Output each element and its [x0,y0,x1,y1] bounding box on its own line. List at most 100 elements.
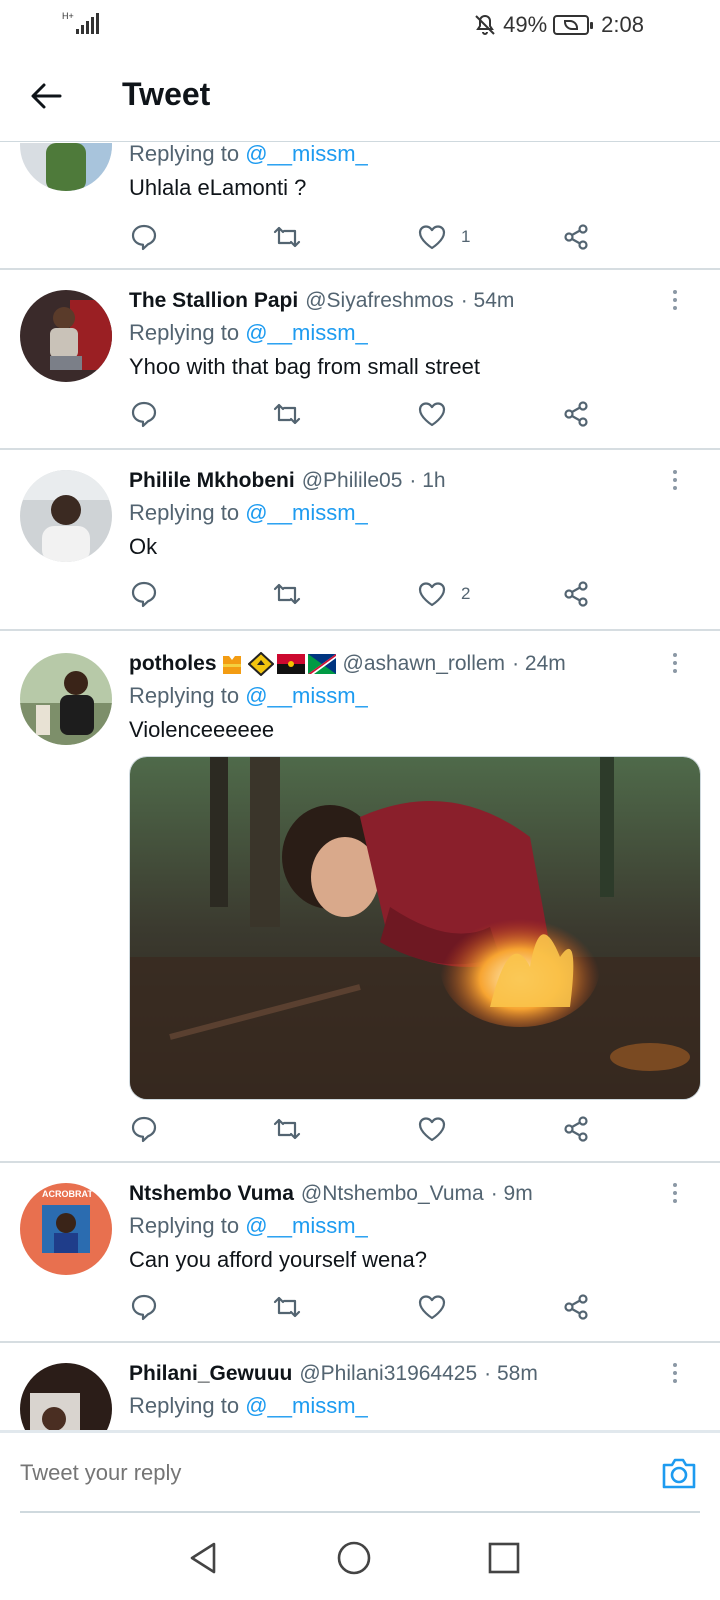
more-options-icon[interactable] [672,1183,678,1205]
share-button[interactable] [561,1287,591,1327]
user-handle[interactable]: @Siyafreshmos [305,289,454,313]
reply-icon [131,401,157,428]
replying-to: Replying to @__missm_ [129,683,368,708]
construction-vest-emoji [222,656,241,674]
retweet-button[interactable] [272,394,302,434]
tweet-header: Philani_Gewuuu @Philani31964425 · 58m [129,1359,700,1389]
home-circle-icon[interactable] [334,1538,374,1578]
page-title: Tweet [122,76,211,112]
retweet-button[interactable] [272,217,302,257]
user-handle[interactable]: @ashawn_rollem [343,652,506,676]
reply-button[interactable] [129,217,159,257]
tweet-actions: 2 [129,574,609,614]
avatar[interactable]: ACROBRAT [20,1183,112,1275]
mute-icon [475,14,495,35]
tweet-item[interactable]: The Stallion Papi @Siyafreshmos · 54m Re… [0,270,720,450]
like-count: 1 [461,227,471,246]
tweet-text: Violenceeeeee [129,717,275,742]
like-button[interactable]: 1 [417,217,470,257]
display-name[interactable]: Ntshembo Vuma [129,1182,294,1206]
mention-link[interactable]: @__missm_ [245,1213,368,1238]
back-triangle-icon[interactable] [184,1538,224,1578]
mention-link[interactable]: @__missm_ [245,1393,368,1418]
avatar[interactable] [20,1363,112,1430]
share-icon [564,581,588,607]
tweet-item[interactable]: Replying to @__missm_ Uhlala eLamonti ? … [0,143,720,270]
heart-icon [418,225,446,250]
avatar[interactable] [20,143,112,191]
timestamp: · 58m [484,1362,538,1385]
reply-button[interactable] [129,1287,159,1327]
replying-to: Replying to @__missm_ [129,500,368,525]
tweet-actions: 1 [129,217,609,257]
tweet-item[interactable]: Philile Mkhobeni @Philile05 · 1h Replyin… [0,450,720,631]
timestamp: · 1h [409,469,446,492]
avatar[interactable] [20,653,112,745]
tweet-header: potholes @ashawn_rollem · 24m [129,649,700,679]
replying-to: Replying to @__missm_ [129,143,368,166]
retweet-button[interactable] [272,574,302,614]
display-name[interactable]: Philani_Gewuuu [129,1362,292,1386]
more-options-icon[interactable] [672,470,678,492]
share-icon [564,224,588,250]
retweet-icon [273,583,301,605]
share-icon [564,1294,588,1320]
signal-icon: H+ [62,12,102,36]
more-options-icon[interactable] [672,1363,678,1385]
replying-to: Replying to @__missm_ [129,1393,368,1418]
user-handle[interactable]: @Ntshembo_Vuma [301,1182,484,1206]
share-button[interactable] [561,394,591,434]
name-emojis [219,652,336,676]
heart-icon [418,582,446,607]
tweet-item[interactable]: potholes @ashawn_rollem · 24m Replying t… [0,631,720,1163]
tweet-item[interactable]: ACROBRAT Ntshembo Vuma @Ntshembo_Vuma · … [0,1163,720,1343]
like-button[interactable] [417,1109,461,1149]
reply-button[interactable] [129,574,159,614]
replying-to: Replying to @__missm_ [129,1213,368,1238]
display-name[interactable]: Philile Mkhobeni [129,469,295,493]
status-right: 49% 2:08 [473,10,644,40]
tweet-header: The Stallion Papi @Siyafreshmos · 54m [129,286,700,316]
system-nav-bar [0,1518,720,1600]
mention-link[interactable]: @__missm_ [245,320,368,345]
tweet-item[interactable]: Philani_Gewuuu @Philani31964425 · 58m Re… [0,1343,720,1430]
share-icon [564,1116,588,1142]
heart-icon [418,1117,446,1142]
reply-button[interactable] [129,394,159,434]
display-name[interactable]: The Stallion Papi [129,289,298,313]
retweet-icon [273,403,301,425]
tweet-header: Philile Mkhobeni @Philile05 · 1h [129,466,700,496]
display-name[interactable]: potholes [129,652,217,676]
mention-link[interactable]: @__missm_ [245,143,368,166]
battery-percent: 49% [503,12,548,37]
recents-square-icon[interactable] [484,1538,524,1578]
tweet-image[interactable] [129,756,701,1100]
retweet-button[interactable] [272,1109,302,1149]
tweet-text: Can you afford yourself wena? [129,1247,427,1272]
like-button[interactable] [417,1287,461,1327]
share-button[interactable] [561,574,591,614]
arrow-left-icon[interactable] [28,78,64,114]
reply-input[interactable] [20,1433,700,1513]
reply-bar [0,1430,720,1514]
user-handle[interactable]: @Philani31964425 [299,1362,477,1386]
like-button[interactable]: 2 [417,574,470,614]
user-handle[interactable]: @Philile05 [302,469,403,493]
mention-link[interactable]: @__missm_ [245,500,368,525]
retweet-button[interactable] [272,1287,302,1327]
reply-button[interactable] [129,1109,159,1149]
clock: 2:08 [601,12,644,37]
like-button[interactable] [417,394,461,434]
more-options-icon[interactable] [672,653,678,675]
camera-icon[interactable] [660,1455,698,1491]
retweet-icon [273,226,301,248]
reply-icon [131,1116,157,1143]
more-options-icon[interactable] [672,290,678,312]
avatar[interactable] [20,290,112,382]
mention-link[interactable]: @__missm_ [245,683,368,708]
header: Tweet [0,50,720,142]
share-button[interactable] [561,1109,591,1149]
reply-icon [131,1294,157,1321]
share-button[interactable] [561,217,591,257]
avatar[interactable] [20,470,112,562]
